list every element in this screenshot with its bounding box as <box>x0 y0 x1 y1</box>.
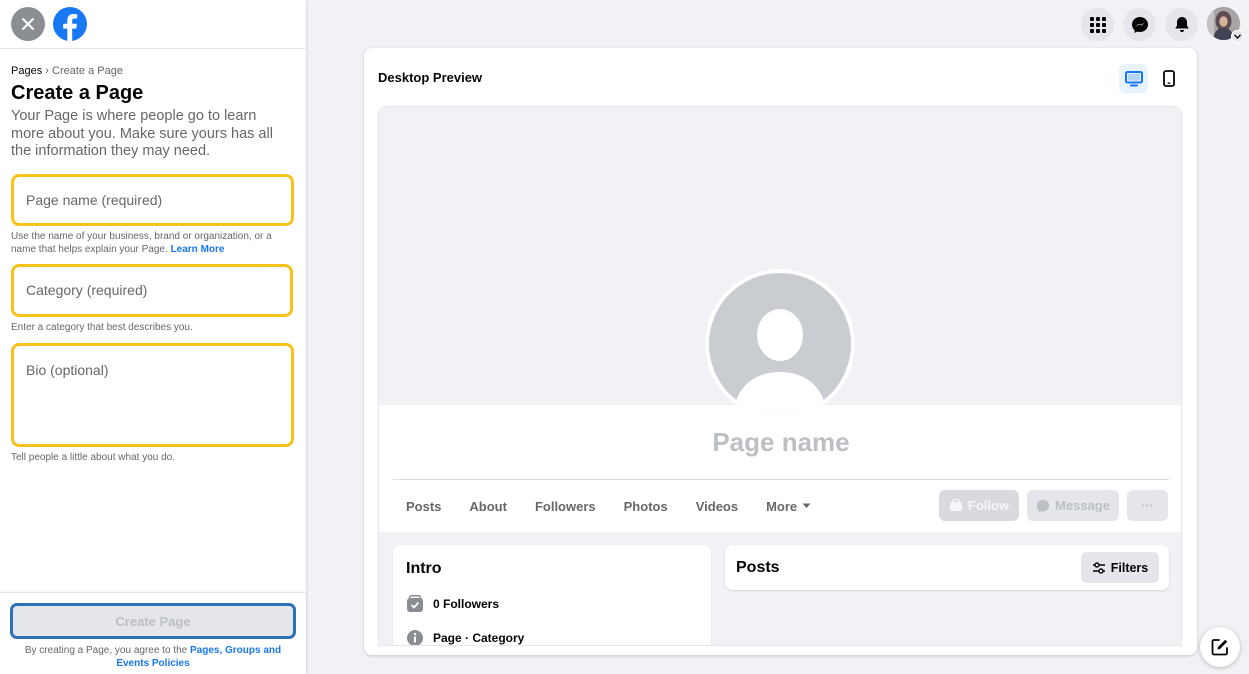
chevron-down-icon <box>1234 34 1241 39</box>
page-name-input[interactable]: Page name (required) <box>11 173 294 226</box>
close-button[interactable] <box>11 7 45 41</box>
create-page-sidebar: Pages › Create a Page Create a Page Your… <box>0 0 306 674</box>
category-hint: Enter a category that best describes you… <box>11 321 193 333</box>
tab-posts[interactable]: Posts <box>393 491 455 521</box>
breadcrumb-separator: › <box>45 65 49 77</box>
notifications-button[interactable] <box>1165 8 1198 41</box>
followers-icon <box>407 595 423 612</box>
preview-title: Desktop Preview <box>378 70 483 85</box>
messenger-icon <box>1036 499 1050 512</box>
profile-picture <box>705 269 855 419</box>
facebook-logo-icon[interactable] <box>52 6 88 42</box>
message-button[interactable]: Message <box>1027 490 1119 521</box>
category-row: Page · Category <box>406 629 525 645</box>
create-page-button[interactable]: Create Page <box>10 603 296 639</box>
filters-button[interactable]: Filters <box>1081 552 1159 583</box>
new-message-button[interactable] <box>1200 627 1240 667</box>
sidebar-footer: Create Page By creating a Page, you agre… <box>0 592 306 674</box>
desktop-icon <box>1124 70 1143 86</box>
category-input[interactable]: Category (required) <box>11 263 293 317</box>
page-category: Page · Category <box>433 631 525 645</box>
bio-hint: Tell people a little about what you do. <box>11 451 175 463</box>
followers-count: 0 Followers <box>433 597 500 611</box>
message-label: Message <box>1055 498 1110 513</box>
preview-card: Desktop Preview Page name Posts About Fo… <box>364 48 1197 655</box>
menu-button[interactable] <box>1081 8 1114 41</box>
tab-more-label: More <box>766 498 798 514</box>
caret-down-icon <box>802 503 811 508</box>
tabs-divider <box>393 479 1169 480</box>
page-description: Your Page is where people go to learn mo… <box>11 108 273 159</box>
terms-prefix: By creating a Page, you agree to the <box>24 645 188 656</box>
bio-textarea[interactable]: Bio (optional) <box>11 342 294 447</box>
compose-icon <box>1211 639 1228 656</box>
breadcrumb: Pages › Create a Page <box>11 65 295 77</box>
tab-photos[interactable]: Photos <box>610 491 682 521</box>
sliders-icon <box>1092 561 1105 574</box>
learn-more-link[interactable]: Learn More <box>171 244 225 255</box>
follow-icon <box>949 499 962 511</box>
page-preview: Page name Posts About Followers Photos V… <box>378 106 1182 646</box>
bio-placeholder: Bio (optional) <box>26 361 109 378</box>
info-icon <box>407 630 423 645</box>
account-menu-badge <box>1231 30 1244 43</box>
intro-title: Intro <box>406 560 442 577</box>
sidebar-header <box>0 0 306 49</box>
tab-followers[interactable]: Followers <box>521 491 610 521</box>
account-button[interactable] <box>1207 7 1244 43</box>
page-name-hint-text: Use the name of your business, brand or … <box>11 230 272 255</box>
tab-about[interactable]: About <box>455 491 521 521</box>
breadcrumb-pages[interactable]: Pages <box>11 65 42 77</box>
device-toggle <box>1119 64 1183 93</box>
posts-card: Posts Filters <box>725 545 1169 590</box>
more-actions-button[interactable]: ··· <box>1127 490 1168 521</box>
tab-videos[interactable]: Videos <box>682 491 752 521</box>
desktop-preview-button[interactable] <box>1119 64 1148 93</box>
page-title: Create a Page <box>11 82 144 104</box>
messenger-icon <box>1131 16 1148 33</box>
default-avatar-icon <box>733 309 827 415</box>
intro-card: Intro 0 Followers Page · Category <box>393 545 711 645</box>
follow-button[interactable]: Follow <box>939 490 1019 521</box>
bell-icon <box>1174 17 1189 32</box>
follow-label: Follow <box>967 498 1010 513</box>
category-placeholder: Category (required) <box>26 282 148 298</box>
filters-label: Filters <box>1110 560 1149 575</box>
posts-title: Posts <box>736 559 780 576</box>
grid-menu-icon <box>1089 16 1106 33</box>
page-tabs: Posts About Followers Photos Videos More <box>393 491 825 521</box>
messenger-button[interactable] <box>1123 8 1156 41</box>
page-actions: Follow Message ··· <box>939 490 1168 521</box>
mobile-icon <box>1162 70 1175 87</box>
close-icon <box>22 18 34 30</box>
page-name-placeholder: Page name (required) <box>26 191 163 208</box>
mobile-preview-button[interactable] <box>1154 64 1183 93</box>
terms-text: By creating a Page, you agree to the Pag… <box>10 644 296 670</box>
preview-page-name: Page name <box>712 427 850 457</box>
top-nav-icons <box>1081 7 1244 43</box>
page-name-hint: Use the name of your business, brand or … <box>11 230 295 256</box>
followers-row: 0 Followers <box>406 595 499 613</box>
breadcrumb-current: Create a Page <box>52 65 123 77</box>
tab-more[interactable]: More <box>752 491 825 521</box>
